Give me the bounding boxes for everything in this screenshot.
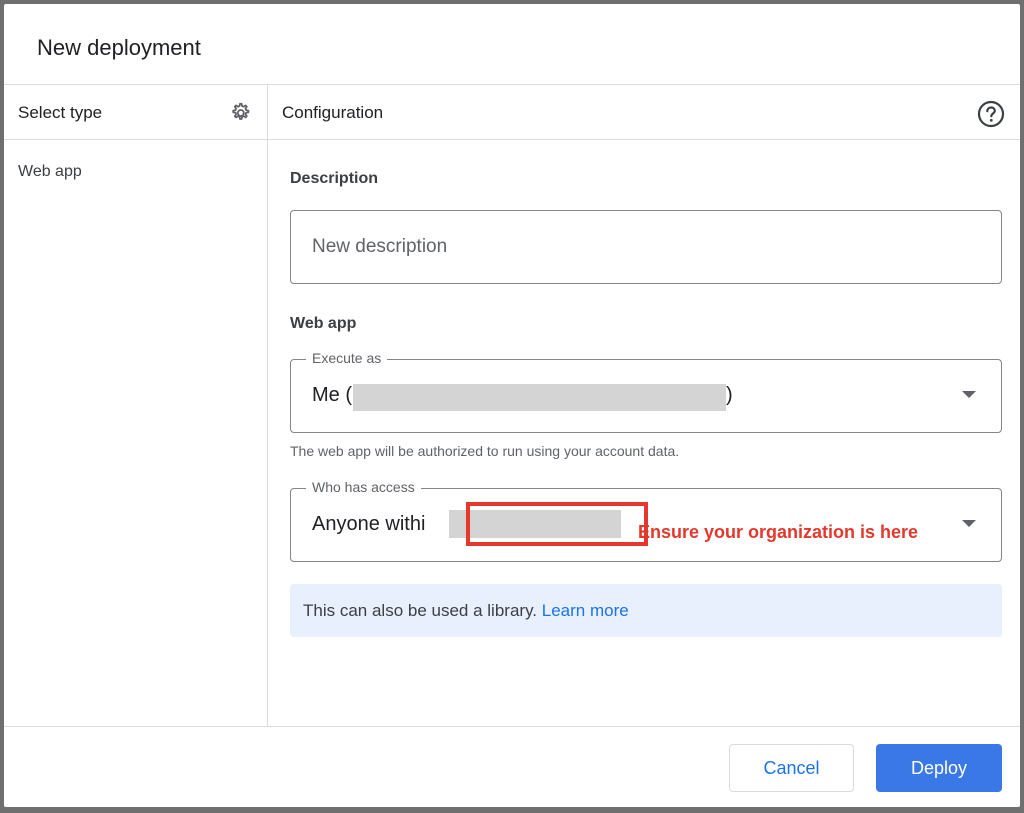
learn-more-link[interactable]: Learn more [542,601,629,620]
annotation-text: Ensure your organization is here [638,522,919,542]
who-has-access-value: Anyone withi [312,513,426,535]
redacted-email [353,384,726,411]
dialog-title: New deployment [37,35,201,60]
execute-as-helper-text: The web app will be authorized to run us… [290,443,680,459]
library-info-banner: This can also be used a library. Learn m… [290,584,1002,637]
deploy-button[interactable]: Deploy [876,744,1002,792]
highlight-box [466,502,648,546]
info-text: This can also be used a library. Learn m… [303,601,629,621]
select-type-label: Select type [18,103,103,122]
dropdown-arrow-icon [962,520,976,527]
execute-as-label: Execute as [306,350,388,366]
type-item-web-app[interactable]: Web app [18,163,82,181]
help-circle-icon[interactable] [977,100,1005,128]
description-input[interactable] [290,210,1002,284]
select-type-pane: Select type Web app [4,85,268,727]
execute-as-value-suffix: ) [726,384,733,406]
dialog-footer: Cancel Deploy [4,726,1020,807]
cancel-button[interactable]: Cancel [729,744,854,792]
configuration-label: Configuration [282,103,384,122]
dropdown-arrow-icon [962,391,976,398]
select-type-header: Select type [4,85,267,140]
who-has-access-label: Who has access [306,479,421,495]
description-label: Description [290,170,379,187]
new-deployment-dialog: New deployment Select type Web app Confi… [4,4,1020,807]
web-app-section-label: Web app [290,315,357,332]
configuration-header: Configuration [268,85,1020,140]
configuration-pane: Configuration Description Web app Execut… [268,85,1020,727]
dialog-header: New deployment [4,4,1020,85]
execute-as-value-prefix: Me ( [312,384,352,406]
gear-icon[interactable] [228,101,252,125]
info-message: This can also be used a library. [303,601,542,620]
execute-as-select[interactable]: Execute as Me ( ) [290,350,1002,433]
